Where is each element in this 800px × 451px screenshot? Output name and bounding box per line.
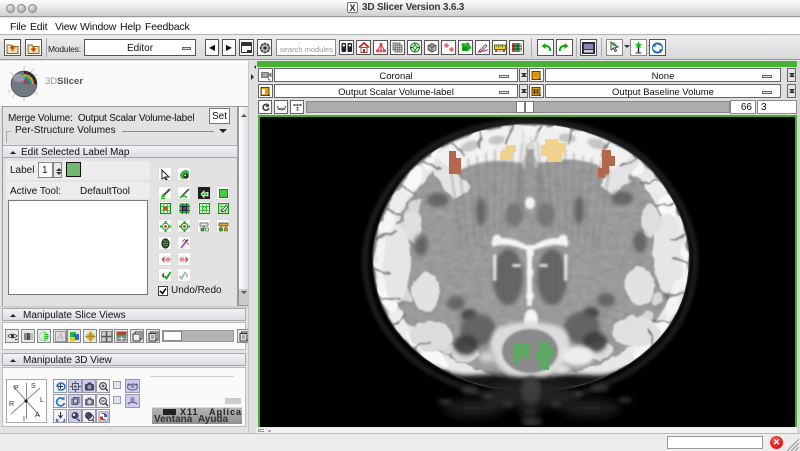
svg-text:S: S <box>31 383 36 390</box>
svg-text:L: L <box>40 397 44 404</box>
svg-text:A: A <box>57 331 63 341</box>
svg-text:I: I <box>23 416 25 422</box>
svg-text:P: P <box>14 385 19 392</box>
svg-text:R: R <box>9 401 14 408</box>
svg-text:A: A <box>35 412 40 419</box>
